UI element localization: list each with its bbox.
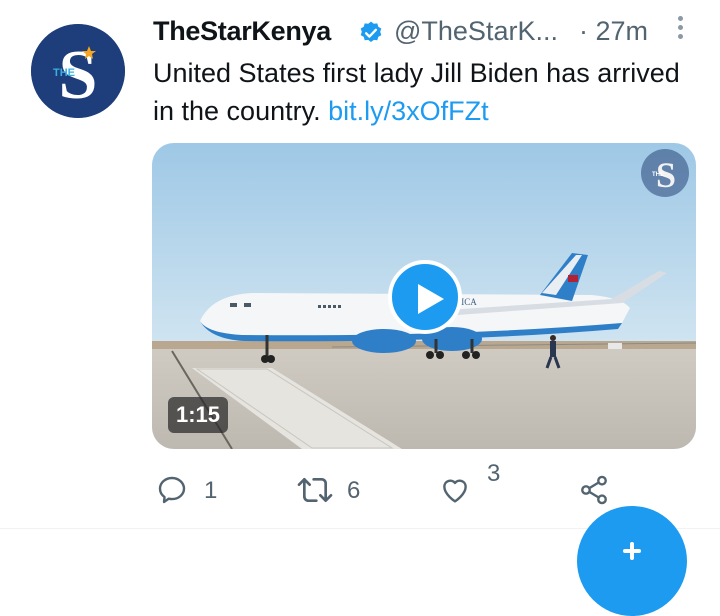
tweet-link[interactable]: bit.ly/3xOfFZt xyxy=(328,96,489,126)
tweet-text: United States first lady Jill Biden has … xyxy=(153,54,683,130)
retweet-button[interactable]: 6 xyxy=(293,460,383,520)
share-icon xyxy=(581,475,607,505)
author-avatar[interactable]: S THE xyxy=(31,24,125,118)
like-count: 3 xyxy=(487,460,501,487)
play-button[interactable] xyxy=(388,260,462,334)
reply-count: 1 xyxy=(204,477,218,504)
compose-tweet-button[interactable] xyxy=(577,506,687,616)
avatar-small-text: THE xyxy=(53,67,75,79)
video-player[interactable]: OF AMERICA S THE 1:15 xyxy=(152,143,696,449)
more-options-icon[interactable] xyxy=(676,16,684,46)
author-handle[interactable]: @TheStarK... xyxy=(394,16,558,47)
play-icon xyxy=(418,284,444,314)
tweet-header: TheStarKenya @TheStarK... · 27m xyxy=(153,12,690,52)
retweet-count: 6 xyxy=(347,477,361,504)
like-button[interactable]: 3 xyxy=(437,460,517,520)
video-duration: 1:15 xyxy=(168,397,229,433)
tweet-timestamp[interactable]: · 27m xyxy=(579,16,648,47)
reply-button[interactable]: 1 xyxy=(153,460,233,520)
verified-badge-icon xyxy=(360,21,382,42)
plus-icon-vertical xyxy=(630,542,634,560)
watermark-logo: S THE xyxy=(652,155,676,195)
heart-icon xyxy=(443,479,467,503)
tweet-actions: 1 6 3 xyxy=(153,460,673,520)
retweet-icon xyxy=(297,478,333,502)
author-name[interactable]: TheStarKenya xyxy=(153,16,331,47)
channel-watermark: S THE xyxy=(641,149,689,197)
avatar-logo: S THE xyxy=(31,24,125,118)
reply-icon xyxy=(158,476,186,504)
watermark-small-text: THE xyxy=(652,172,664,178)
